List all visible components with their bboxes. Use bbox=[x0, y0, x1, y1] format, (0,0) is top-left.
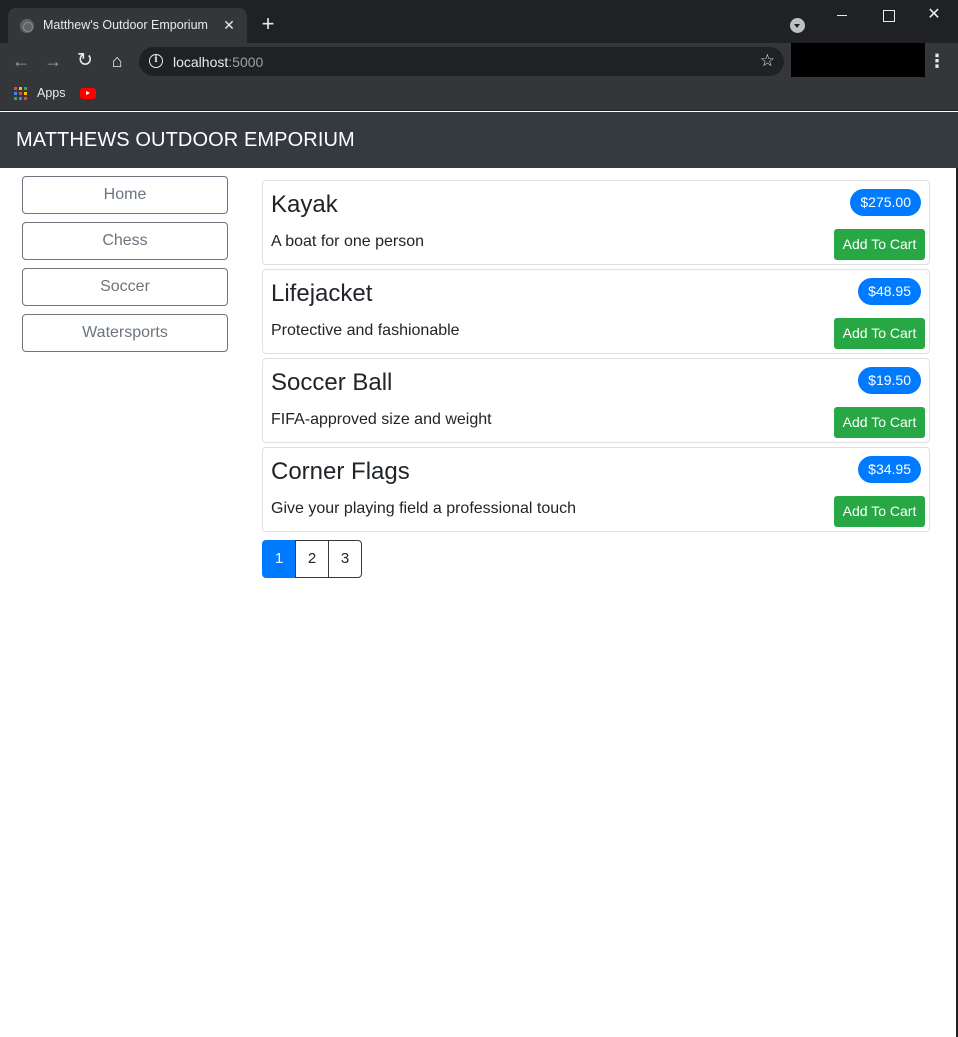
minimize-window-icon[interactable] bbox=[819, 0, 865, 30]
price-badge: $34.95 bbox=[858, 456, 921, 483]
tab-search-icon[interactable] bbox=[790, 18, 805, 33]
product-card: Soccer Ball $19.50 FIFA-approved size an… bbox=[262, 358, 930, 443]
product-description: Give your playing field a professional t… bbox=[271, 500, 577, 517]
apps-grid-icon[interactable] bbox=[14, 87, 27, 100]
price-badge: $19.50 bbox=[858, 367, 921, 394]
category-button-home[interactable]: Home bbox=[22, 176, 228, 214]
brand-title[interactable]: MATTHEWS OUTDOOR EMPORIUM bbox=[16, 129, 355, 152]
url-text: localhost:5000 bbox=[173, 54, 263, 70]
kebab-menu-icon[interactable]: ⋮ bbox=[928, 48, 946, 74]
add-to-cart-button[interactable]: Add To Cart bbox=[834, 229, 925, 260]
bookmark-star-icon[interactable]: ☆ bbox=[760, 50, 775, 72]
add-to-cart-button[interactable]: Add To Cart bbox=[834, 407, 925, 438]
address-bar[interactable]: i localhost:5000 ☆ bbox=[139, 47, 784, 76]
product-name: Kayak bbox=[271, 191, 338, 218]
page-button-2[interactable]: 2 bbox=[295, 540, 329, 578]
category-button-chess[interactable]: Chess bbox=[22, 222, 228, 260]
info-icon[interactable]: i bbox=[149, 54, 163, 68]
browser-tabstrip: Matthew's Outdoor Emporium ✕ + ✕ bbox=[0, 0, 958, 43]
new-tab-icon[interactable]: + bbox=[256, 13, 280, 37]
product-description: A boat for one person bbox=[271, 233, 424, 250]
forward-arrow-icon[interactable]: → bbox=[40, 48, 66, 74]
product-name: Lifejacket bbox=[271, 280, 373, 307]
product-card: Kayak $275.00 A boat for one person Add … bbox=[262, 180, 930, 265]
close-window-icon[interactable]: ✕ bbox=[911, 0, 957, 30]
browser-tab[interactable]: Matthew's Outdoor Emporium ✕ bbox=[8, 8, 247, 43]
category-button-soccer[interactable]: Soccer bbox=[22, 268, 228, 306]
site-navbar: MATTHEWS OUTDOOR EMPORIUM bbox=[0, 112, 958, 168]
product-card: Lifejacket $48.95 Protective and fashion… bbox=[262, 269, 930, 354]
product-name: Soccer Ball bbox=[271, 369, 393, 396]
maximize-window-icon[interactable] bbox=[865, 0, 911, 30]
product-name: Corner Flags bbox=[271, 458, 410, 485]
globe-icon bbox=[20, 19, 34, 33]
pagination: 1 2 3 bbox=[262, 540, 362, 578]
youtube-icon[interactable] bbox=[80, 88, 96, 99]
price-badge: $275.00 bbox=[850, 189, 921, 216]
add-to-cart-button[interactable]: Add To Cart bbox=[834, 318, 925, 349]
add-to-cart-button[interactable]: Add To Cart bbox=[834, 496, 925, 527]
url-port: :5000 bbox=[228, 54, 264, 70]
page-button-1[interactable]: 1 bbox=[262, 540, 296, 578]
back-arrow-icon[interactable]: ← bbox=[8, 48, 34, 74]
bookmarks-bar: Apps bbox=[0, 79, 958, 111]
extensions-area bbox=[791, 43, 925, 77]
page-button-3[interactable]: 3 bbox=[328, 540, 362, 578]
product-description: FIFA-approved size and weight bbox=[271, 411, 492, 428]
bookmark-apps[interactable]: Apps bbox=[37, 86, 66, 100]
home-icon[interactable]: ⌂ bbox=[104, 48, 130, 74]
tab-title: Matthew's Outdoor Emporium bbox=[43, 18, 208, 32]
url-host: localhost bbox=[173, 54, 229, 70]
category-button-watersports[interactable]: Watersports bbox=[22, 314, 228, 352]
browser-toolbar: ← → ↻ ⌂ i localhost:5000 ☆ ⋮ bbox=[0, 43, 958, 79]
product-card: Corner Flags $34.95 Give your playing fi… bbox=[262, 447, 930, 532]
price-badge: $48.95 bbox=[858, 278, 921, 305]
reload-icon[interactable]: ↻ bbox=[72, 48, 98, 74]
product-description: Protective and fashionable bbox=[271, 322, 460, 339]
close-tab-icon[interactable]: ✕ bbox=[220, 16, 238, 34]
